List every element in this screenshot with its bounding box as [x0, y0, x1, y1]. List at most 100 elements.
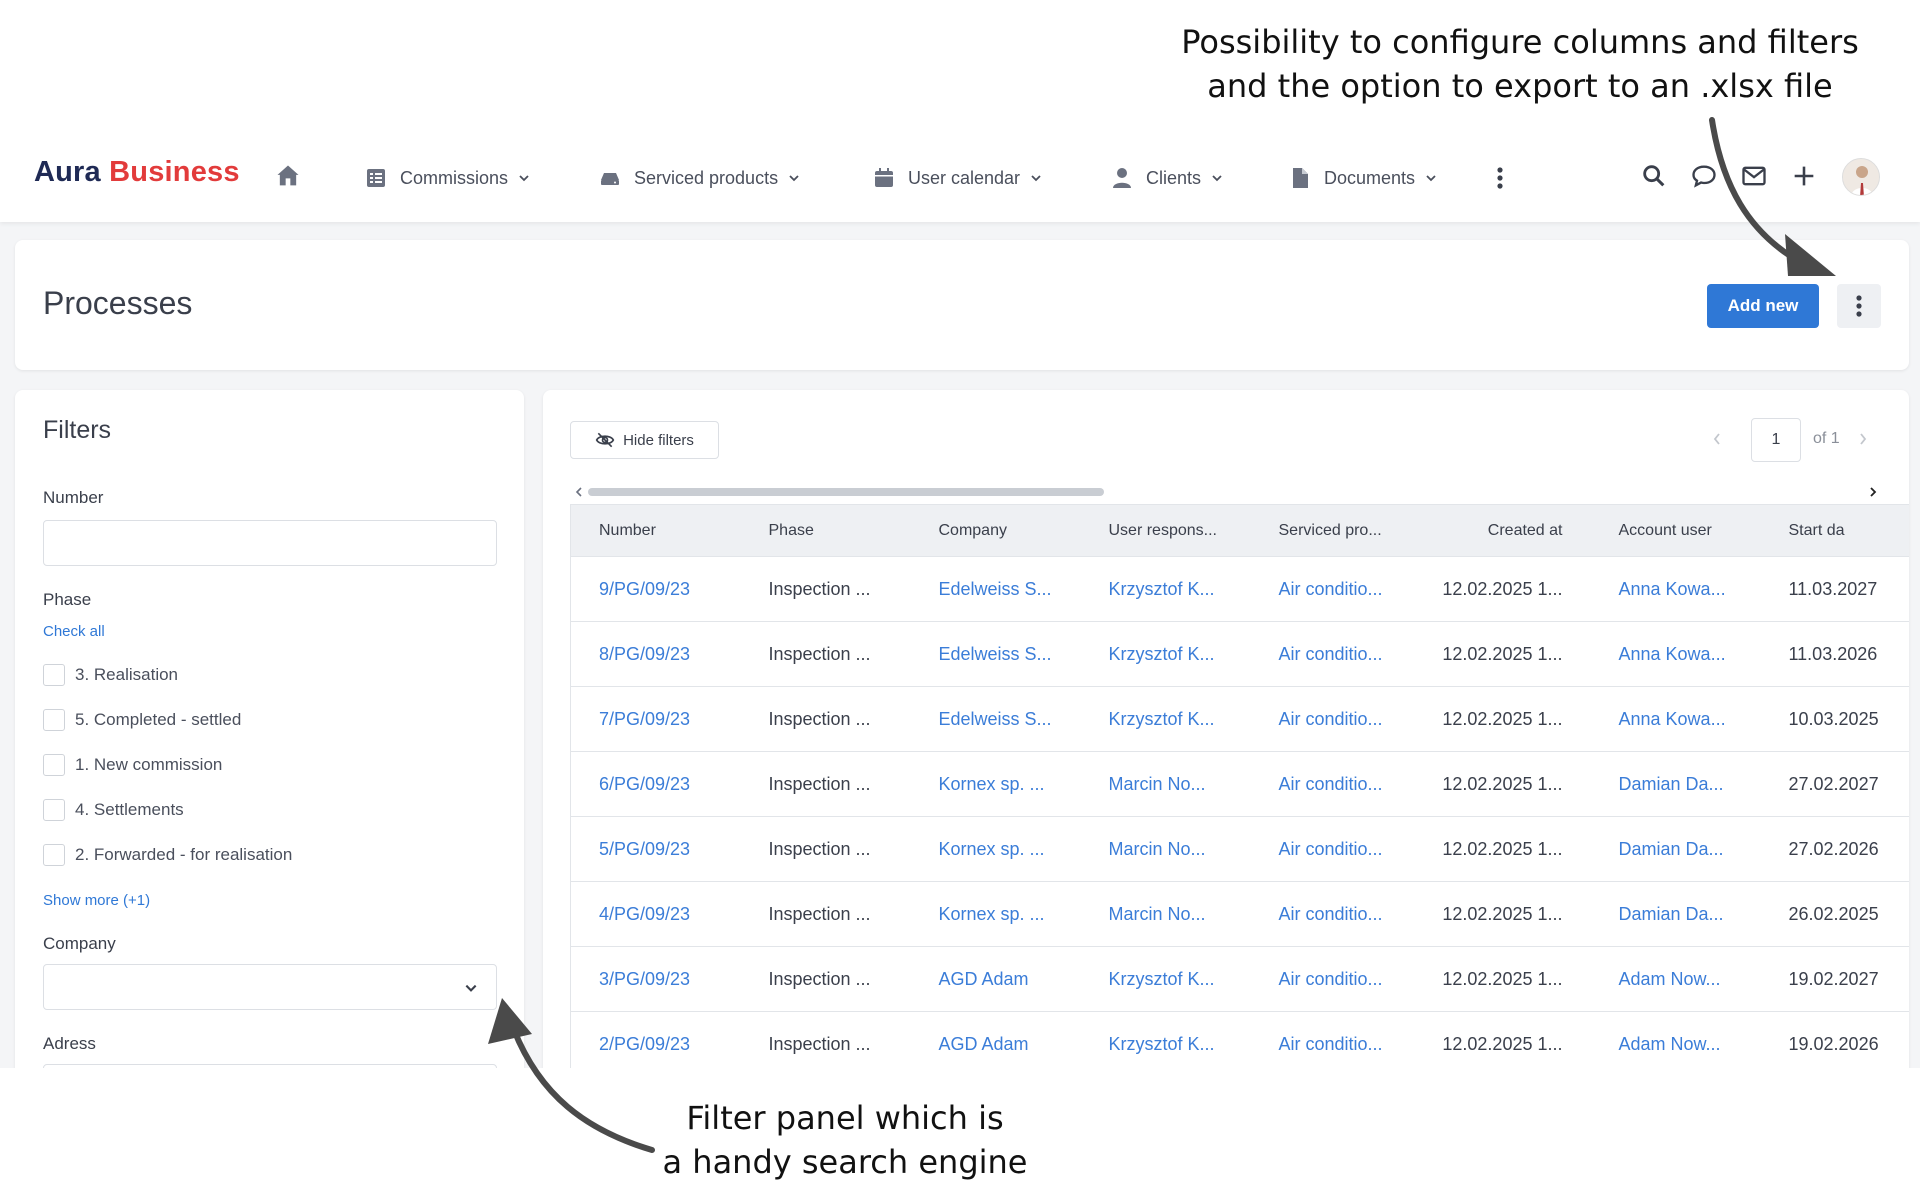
phase-option-label: 2. Forwarded - for realisation: [75, 845, 293, 864]
table-cell[interactable]: Krzysztof K...: [1080, 1011, 1251, 1068]
column-header[interactable]: Account user: [1590, 504, 1761, 557]
table-cell[interactable]: Air conditio...: [1250, 621, 1421, 687]
phase-option[interactable]: 3. Realisation: [43, 664, 178, 686]
table-cell: 26.02.2025: [1760, 881, 1909, 947]
plus-icon[interactable]: [1790, 162, 1818, 190]
table-cell[interactable]: 2/PG/09/23: [570, 1011, 741, 1068]
phase-option-label: 5. Completed - settled: [75, 710, 242, 729]
column-header[interactable]: Start da: [1760, 504, 1909, 557]
brand-logo[interactable]: Aura Business: [34, 156, 240, 189]
table-cell[interactable]: 3/PG/09/23: [570, 946, 741, 1012]
table-row[interactable]: 3/PG/09/23 Inspection ... AGD Adam Krzyszto…: [570, 946, 1909, 1012]
table-row[interactable]: 7/PG/09/23 Inspection ... Edelweiss S... Kr…: [570, 686, 1909, 752]
phase-checkbox[interactable]: [43, 664, 65, 686]
chevron-right-icon[interactable]: [1856, 430, 1870, 448]
table-cell[interactable]: Edelweiss S...: [910, 621, 1081, 687]
table-cell[interactable]: 6/PG/09/23: [570, 751, 741, 817]
table-row[interactable]: 6/PG/09/23 Inspection ... Kornex sp. ... Ma…: [570, 751, 1909, 817]
user-icon: [1113, 168, 1131, 188]
table-cell[interactable]: Air conditio...: [1250, 816, 1421, 882]
table-cell[interactable]: Krzysztof K...: [1080, 556, 1251, 622]
table-cell[interactable]: Marcin No...: [1080, 881, 1251, 947]
table-cell[interactable]: Anna Kowa...: [1590, 621, 1761, 687]
table-cell[interactable]: Air conditio...: [1250, 686, 1421, 752]
avatar[interactable]: [1842, 158, 1880, 196]
table-cell[interactable]: Air conditio...: [1250, 751, 1421, 817]
table-cell[interactable]: AGD Adam: [910, 946, 1081, 1012]
table-cell[interactable]: Air conditio...: [1250, 946, 1421, 1012]
column-header[interactable]: Serviced pro...: [1250, 504, 1421, 557]
column-header[interactable]: Company: [910, 504, 1081, 557]
table-row[interactable]: 8/PG/09/23 Inspection ... Edelweiss S... Kr…: [570, 621, 1909, 687]
hide-filters-button[interactable]: Hide filters: [570, 421, 719, 459]
table-cell[interactable]: Air conditio...: [1250, 1011, 1421, 1068]
filter-number-input[interactable]: [43, 520, 497, 566]
table-cell[interactable]: Krzysztof K...: [1080, 946, 1251, 1012]
table-cell[interactable]: Kornex sp. ...: [910, 751, 1081, 817]
table-cell[interactable]: 7/PG/09/23: [570, 686, 741, 752]
nav-label-serviced-products: Serviced products: [634, 167, 779, 188]
table-cell[interactable]: 8/PG/09/23: [570, 621, 741, 687]
phase-option[interactable]: 2. Forwarded - for realisation: [43, 844, 292, 866]
nav-item-commissions[interactable]: Commissions: [364, 160, 530, 196]
table-cell[interactable]: Marcin No...: [1080, 751, 1251, 817]
table-cell[interactable]: AGD Adam: [910, 1011, 1081, 1068]
column-header[interactable]: User respons...: [1080, 504, 1251, 557]
chat-icon[interactable]: [1690, 162, 1718, 190]
table-row[interactable]: 5/PG/09/23 Inspection ... Kornex sp. ... Ma…: [570, 816, 1909, 882]
nav-item-documents[interactable]: Documents: [1288, 160, 1437, 196]
table-cell[interactable]: Krzysztof K...: [1080, 686, 1251, 752]
table-cell[interactable]: 9/PG/09/23: [570, 556, 741, 622]
phase-checkbox[interactable]: [43, 754, 65, 776]
table-cell[interactable]: Krzysztof K...: [1080, 621, 1251, 687]
table-cell[interactable]: Damian Da...: [1590, 881, 1761, 947]
nav-item-clients[interactable]: Clients: [1110, 160, 1223, 196]
table-row[interactable]: 9/PG/09/23 Inspection ... Edelweiss S... Kr…: [570, 556, 1909, 622]
processes-table-card: Hide filters 1 of 1 Number Phase Company…: [543, 390, 1909, 1068]
add-new-button[interactable]: Add new: [1707, 284, 1819, 328]
nav-item-user-calendar[interactable]: User calendar: [872, 160, 1042, 196]
show-more-link[interactable]: Show more (+1): [43, 892, 150, 909]
check-all-link[interactable]: Check all: [43, 623, 105, 640]
table-cell[interactable]: Air conditio...: [1250, 881, 1421, 947]
phase-option[interactable]: 4. Settlements: [43, 799, 184, 821]
phase-checkbox[interactable]: [43, 799, 65, 821]
scroll-right-icon[interactable]: [1868, 486, 1878, 498]
more-vertical-icon[interactable]: [1488, 164, 1512, 192]
filter-company-select[interactable]: [43, 964, 497, 1010]
table-cell[interactable]: Air conditio...: [1250, 556, 1421, 622]
phase-checkbox[interactable]: [43, 709, 65, 731]
table-cell[interactable]: Adam Now...: [1590, 946, 1761, 1012]
page-options-button[interactable]: [1837, 284, 1881, 328]
table-cell[interactable]: 4/PG/09/23: [570, 881, 741, 947]
table-cell[interactable]: Kornex sp. ...: [910, 816, 1081, 882]
mail-icon[interactable]: [1740, 162, 1768, 190]
table-row[interactable]: 4/PG/09/23 Inspection ... Kornex sp. ... Ma…: [570, 881, 1909, 947]
table-cell[interactable]: Marcin No...: [1080, 816, 1251, 882]
page-number-input[interactable]: 1: [1751, 418, 1801, 462]
scroll-left-icon[interactable]: [574, 486, 584, 498]
nav-item-serviced-products[interactable]: Serviced products: [598, 160, 800, 196]
table-cell[interactable]: Damian Da...: [1590, 816, 1761, 882]
table-cell[interactable]: Kornex sp. ...: [910, 881, 1081, 947]
table-cell[interactable]: Edelweiss S...: [910, 686, 1081, 752]
table-cell[interactable]: Anna Kowa...: [1590, 556, 1761, 622]
phase-checkbox[interactable]: [43, 844, 65, 866]
phase-option[interactable]: 1. New commission: [43, 754, 222, 776]
table-cell[interactable]: 5/PG/09/23: [570, 816, 741, 882]
filter-address-input[interactable]: [43, 1064, 497, 1068]
table-cell[interactable]: Adam Now...: [1590, 1011, 1761, 1068]
scrollbar-thumb[interactable]: [588, 488, 1104, 496]
table-cell[interactable]: Damian Da...: [1590, 751, 1761, 817]
phase-option[interactable]: 5. Completed - settled: [43, 709, 241, 731]
column-header[interactable]: Created at: [1420, 504, 1591, 557]
column-header[interactable]: Number: [570, 504, 741, 557]
table-row[interactable]: 2/PG/09/23 Inspection ... AGD Adam Krzyszto…: [570, 1011, 1909, 1068]
column-header[interactable]: Phase: [740, 504, 911, 557]
home-icon[interactable]: [274, 162, 302, 190]
table-cell[interactable]: Edelweiss S...: [910, 556, 1081, 622]
chevron-left-icon[interactable]: [1710, 430, 1724, 448]
search-icon[interactable]: [1640, 162, 1668, 190]
table-cell[interactable]: Anna Kowa...: [1590, 686, 1761, 752]
annotation-top-line2: and the option to export to an .xlsx fil…: [1207, 67, 1833, 105]
